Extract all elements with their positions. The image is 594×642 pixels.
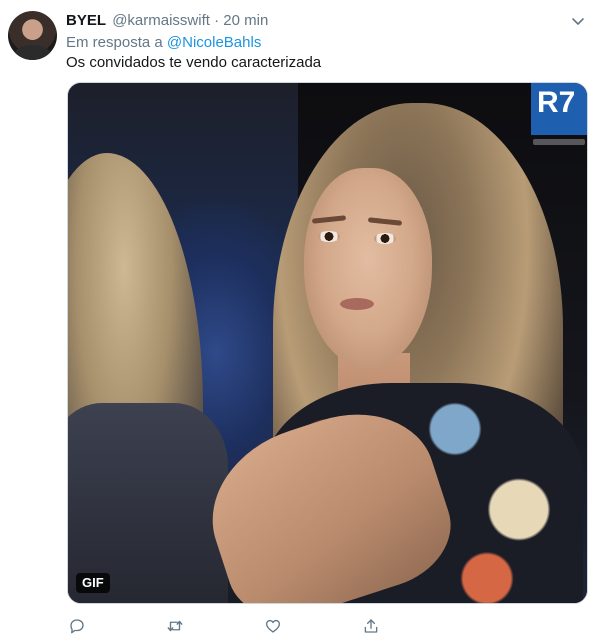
tweet-time[interactable]: 20 min: [223, 12, 268, 29]
avatar-shirt: [14, 45, 51, 60]
reply-prefix: Em resposta a: [66, 34, 167, 51]
broadcast-logo-text: R7: [537, 86, 576, 119]
gif-badge: GIF: [76, 573, 110, 593]
author-name[interactable]: BYEL: [66, 12, 106, 29]
tweet-actions: [66, 617, 586, 637]
gif-woman-left-eye: [318, 231, 340, 242]
tweet-header: BYEL @karmaisswift · 20 min: [66, 11, 268, 31]
tweet-gif[interactable]: R7 GIF: [67, 82, 588, 604]
author-handle[interactable]: @karmaisswift: [112, 12, 210, 29]
like-icon[interactable]: [264, 617, 284, 637]
retweet-icon[interactable]: [166, 617, 186, 637]
tweet-text: Os convidados te vendo caracterizada: [66, 54, 322, 71]
separator-dot: ·: [214, 12, 220, 29]
chevron-down-icon[interactable]: [570, 13, 586, 29]
reply-mention-link[interactable]: @NicoleBahls: [167, 34, 261, 51]
tweet[interactable]: BYEL @karmaisswift · 20 min Em resposta …: [0, 0, 594, 642]
gif-woman-right-eye: [374, 233, 396, 244]
reply-context: Em resposta a @NicoleBahls: [66, 33, 261, 53]
share-icon[interactable]: [362, 617, 382, 637]
reply-icon[interactable]: [68, 617, 88, 637]
broadcast-logo-subtitle-bar: [533, 139, 585, 145]
broadcast-logo: R7: [531, 83, 587, 135]
avatar[interactable]: [8, 11, 57, 60]
gif-woman-face: [304, 168, 432, 368]
gif-woman-mouth: [340, 298, 374, 310]
